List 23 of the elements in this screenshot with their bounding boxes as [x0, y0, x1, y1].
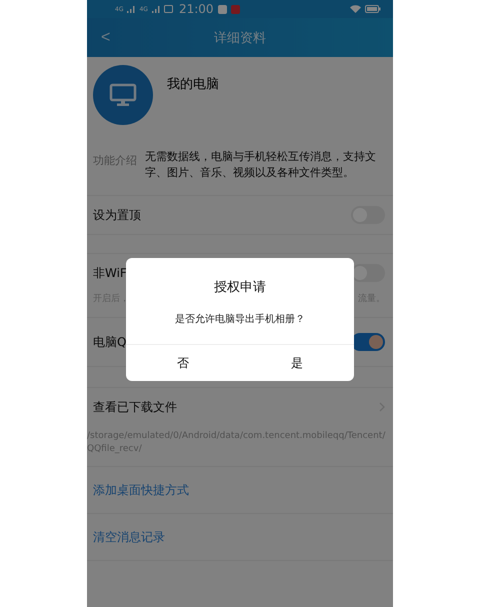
dialog-button[interactable]: 是	[240, 345, 354, 381]
wifi-icon	[350, 5, 361, 13]
toggle-switch[interactable]	[351, 333, 385, 351]
page-title: 详细资料	[214, 30, 266, 46]
monitor-icon	[109, 83, 137, 107]
dialog-button[interactable]: 否	[126, 345, 240, 381]
setting-label: 非WiF	[93, 264, 127, 282]
intro-text: 无需数据线，电脑与手机轻松互传消息，支持文字、图片、音乐、视频以及各种文件类型。	[145, 149, 377, 181]
downloads-label[interactable]: 查看已下载文件	[93, 398, 177, 416]
signal-icon	[152, 6, 160, 12]
clock-time: 21:00	[178, 2, 214, 16]
intro-label: 功能介绍	[93, 153, 137, 169]
dialog-title: 授权申请	[214, 279, 266, 296]
action-link[interactable]: 清空消息记录	[93, 528, 165, 546]
dialog-message: 是否允许电脑导出手机相册？	[175, 312, 305, 326]
toggle-switch[interactable]	[351, 264, 385, 282]
battery-icon	[365, 5, 381, 13]
action-link[interactable]: 添加桌面快捷方式	[93, 482, 189, 498]
setting-label: 电脑Q	[93, 334, 126, 350]
setting-label: 设为置顶	[93, 206, 141, 224]
signal-icon	[127, 6, 136, 12]
device-name: 我的电脑	[167, 76, 219, 94]
hd-icon	[164, 5, 173, 13]
